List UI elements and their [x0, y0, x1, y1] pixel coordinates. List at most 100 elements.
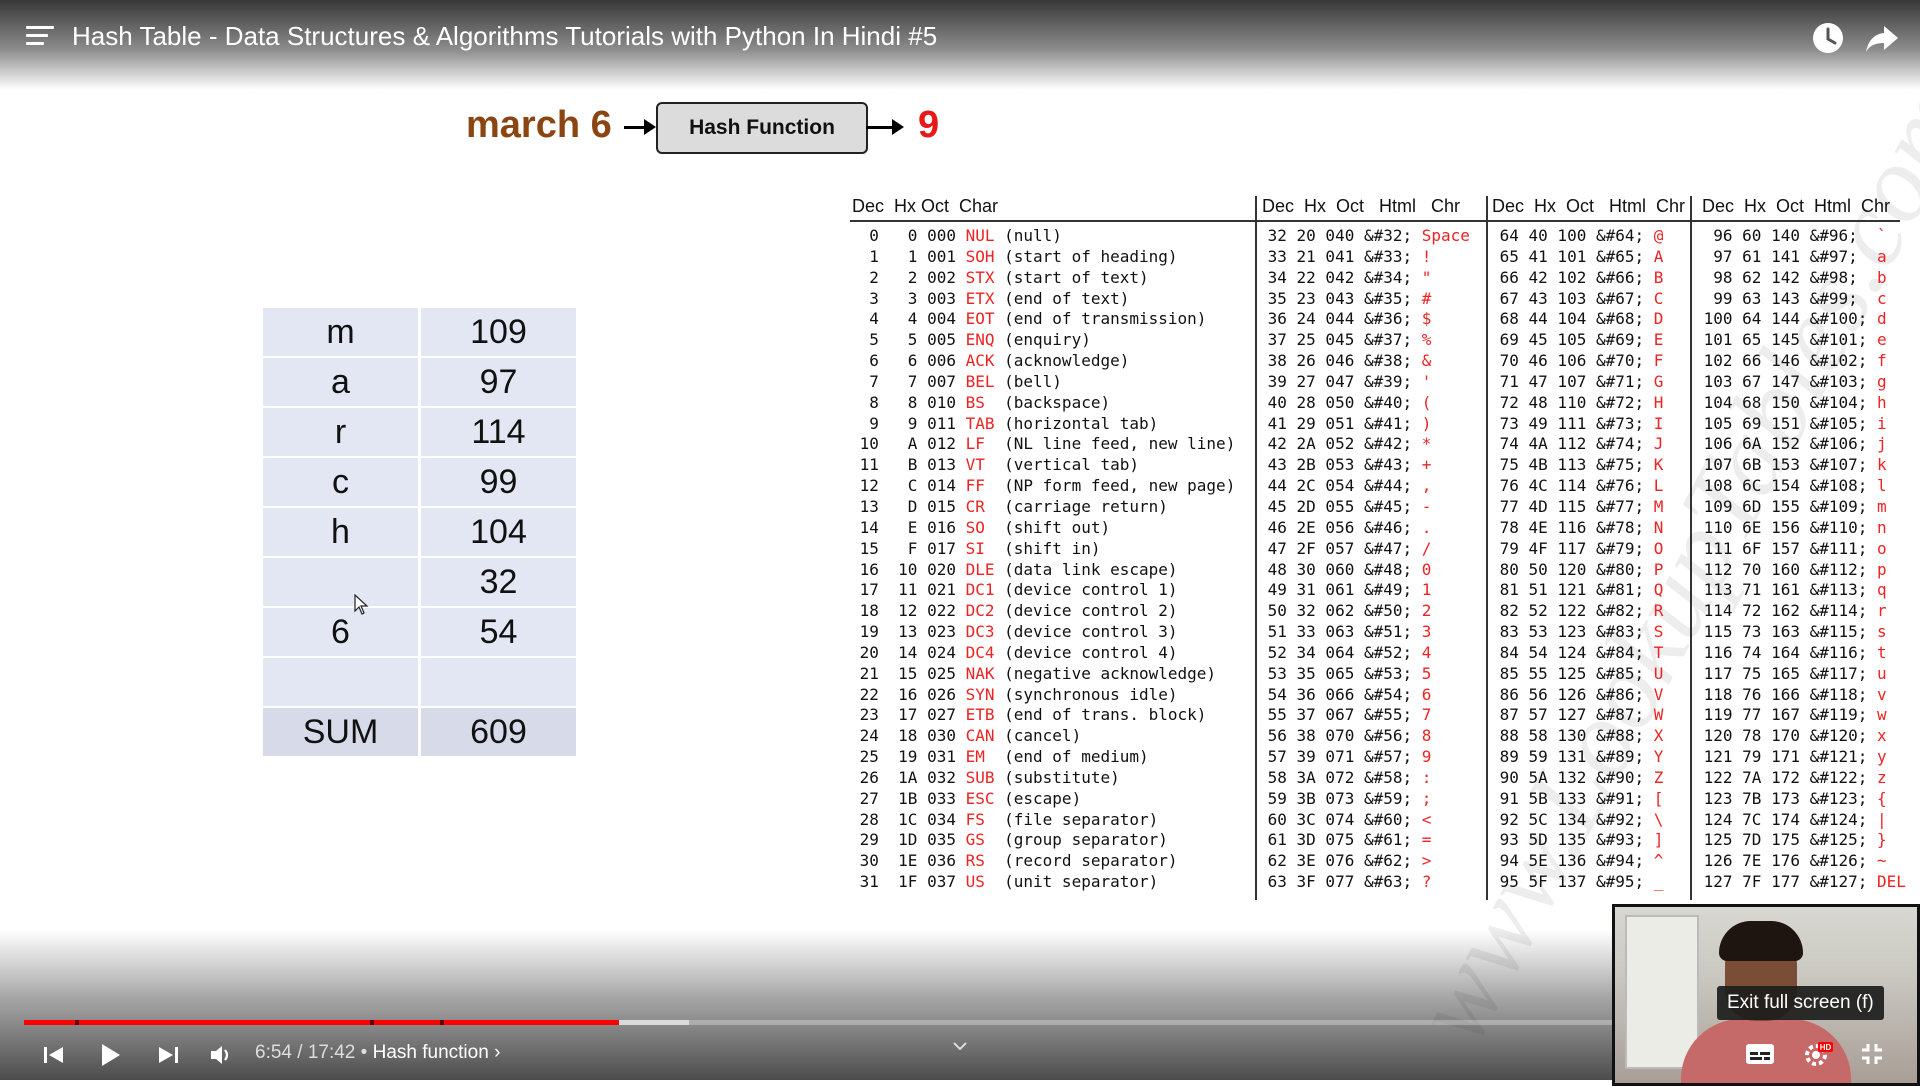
ascii-char: STX	[965, 267, 995, 287]
ascii-codes: 115 73 163 &#115;	[1694, 622, 1878, 642]
ascii-char: SO	[965, 517, 995, 537]
ascii-row: 124 7C 174 &#124; |	[1694, 810, 1906, 831]
char-cell	[263, 558, 421, 608]
ascii-char: ETB	[965, 705, 995, 725]
chapters-chevron-icon[interactable]	[952, 1040, 968, 1052]
ascii-row: 27 1B 033 ESC (escape)	[850, 789, 1235, 810]
previous-icon[interactable]	[36, 1038, 70, 1072]
ascii-char: G	[1653, 371, 1664, 391]
ascii-row: 123 7B 173 &#123; {	[1694, 789, 1906, 810]
settings-icon[interactable]: HD	[1802, 1040, 1834, 1068]
ascii-char: P	[1653, 559, 1664, 579]
ascii-char: i	[1877, 413, 1887, 433]
play-icon[interactable]	[92, 1038, 126, 1072]
ascii-codes: 95 5F 137 &#95;	[1490, 872, 1654, 892]
ascii-row: 96 60 140 &#96; `	[1694, 226, 1906, 247]
ascii-row: 116 74 164 &#116; t	[1694, 643, 1906, 664]
ascii-row: 16 10 020 DLE (data link escape)	[850, 560, 1235, 581]
ascii-description: (start of heading)	[994, 246, 1178, 266]
ascii-char: q	[1877, 580, 1887, 600]
ascii-row: 59 3B 073 &#59; ;	[1258, 789, 1470, 810]
ascii-codes: 55 37 067 &#55;	[1258, 705, 1422, 725]
chapter-chevron-icon[interactable]: ›	[494, 1042, 500, 1063]
ascii-description: (start of text)	[994, 267, 1149, 287]
ascii-char: '	[1421, 371, 1432, 391]
ascii-row: 105 69 151 &#105; i	[1694, 414, 1906, 435]
ascii-codes: 94 5E 136 &#94;	[1490, 851, 1654, 871]
ascii-char: SI	[965, 538, 995, 558]
ascii-char: +	[1421, 455, 1432, 475]
char-table-row: a 97	[263, 358, 576, 408]
subtitles-icon[interactable]	[1744, 1040, 1776, 1068]
next-icon[interactable]	[152, 1038, 186, 1072]
ascii-row: 95 5F 137 &#95; _	[1490, 872, 1664, 893]
ascii-codes: 30 1E 036	[850, 851, 966, 871]
ascii-char: 3	[1421, 622, 1432, 642]
ascii-row: 125 7D 175 &#125; }	[1694, 830, 1906, 851]
ascii-description: (end of medium)	[994, 747, 1149, 767]
ascii-description: (end of trans. block)	[994, 705, 1207, 725]
ascii-codes: 74 4A 112 &#74;	[1490, 434, 1654, 454]
watch-later-icon[interactable]	[1808, 18, 1848, 58]
ascii-row: 122 7A 172 &#122; z	[1694, 768, 1906, 789]
video-title[interactable]: Hash Table - Data Structures & Algorithm…	[72, 20, 937, 52]
ascii-description: (horizontal tab)	[994, 413, 1159, 433]
ascii-code-cell	[421, 658, 576, 708]
ascii-char: &	[1421, 351, 1432, 371]
ascii-char: RS	[965, 851, 995, 871]
exit-fullscreen-icon[interactable]	[1856, 1040, 1888, 1068]
ascii-char: *	[1421, 434, 1432, 454]
webcam-presenter-hair	[1719, 921, 1803, 961]
ascii-row: 66 42 102 &#66; B	[1490, 267, 1664, 289]
ascii-char: $	[1421, 309, 1432, 329]
ascii-char: Z	[1653, 767, 1664, 787]
ascii-char: SUB	[965, 767, 995, 787]
ascii-row: 35 23 043 &#35; #	[1258, 289, 1470, 310]
ascii-row: 88 58 130 &#88; X	[1490, 726, 1664, 747]
webcam-background-window	[1625, 915, 1699, 1069]
ascii-char: `	[1877, 226, 1887, 245]
ascii-codes: 63 3F 077 &#63;	[1258, 872, 1422, 892]
ascii-row: 36 24 044 &#36; $	[1258, 309, 1470, 330]
ascii-row: 90 5A 132 &#90; Z	[1490, 767, 1664, 789]
ascii-row: 87 57 127 &#87; W	[1490, 705, 1664, 726]
chapter-title[interactable]: Hash function	[373, 1042, 489, 1063]
ascii-row: 73 49 111 &#73; I	[1490, 414, 1664, 435]
ascii-char: A	[1653, 246, 1664, 266]
mouse-cursor-icon	[354, 594, 369, 615]
ascii-char: N	[1653, 517, 1664, 537]
ascii-codes: 37 25 045 &#37;	[1258, 330, 1422, 350]
char-table-row: h 104	[263, 508, 576, 558]
ascii-codes: 21 15 025	[850, 663, 966, 683]
ascii-description: (acknowledge)	[994, 351, 1130, 371]
ascii-char: k	[1877, 455, 1887, 475]
ascii-codes: 118 76 166 &#118;	[1694, 684, 1878, 704]
ascii-codes: 58 3A 072 &#58;	[1258, 767, 1422, 787]
ascii-char: <	[1421, 809, 1432, 829]
ascii-row: 112 70 160 &#112; p	[1694, 560, 1906, 581]
ascii-char: s	[1877, 622, 1887, 642]
ascii-description: (data link escape)	[994, 559, 1178, 579]
ascii-char: B	[1653, 267, 1664, 287]
ascii-row: 43 2B 053 &#43; +	[1258, 455, 1470, 476]
ascii-row: 64 40 100 &#64; @	[1490, 226, 1664, 247]
share-icon[interactable]	[1862, 18, 1902, 58]
hash-input: march 6	[466, 104, 612, 146]
ascii-codes: 8 8 010	[850, 392, 966, 412]
ascii-row: 119 77 167 &#119; w	[1694, 705, 1906, 726]
ascii-codes: 79 4F 117 &#79;	[1490, 538, 1654, 558]
ascii-row: 32 20 040 &#32; Space	[1258, 226, 1470, 247]
ascii-char: {	[1877, 788, 1887, 808]
ascii-char: 1	[1421, 580, 1432, 600]
char-cell: m	[263, 308, 421, 358]
ascii-char: DLE	[965, 559, 995, 579]
ascii-row: 89 59 131 &#89; Y	[1490, 747, 1664, 768]
ascii-codes: 109 6D 155 &#109;	[1694, 496, 1878, 516]
playlist-menu-icon[interactable]	[26, 26, 54, 50]
ascii-row: 58 3A 072 &#58; :	[1258, 768, 1470, 789]
ascii-codes: 11 B 013	[850, 455, 966, 475]
ascii-description: (NL line feed, new line)	[994, 434, 1236, 454]
volume-icon[interactable]	[204, 1038, 238, 1072]
ascii-code-cell: 109	[421, 308, 576, 358]
ascii-char: @	[1653, 226, 1664, 245]
